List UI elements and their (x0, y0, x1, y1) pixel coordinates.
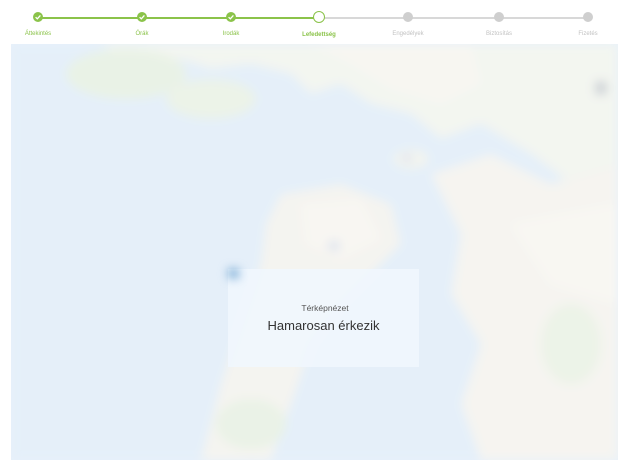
step-complete-icon (226, 12, 236, 22)
step-overview[interactable]: Áttekintés (8, 9, 68, 38)
step-label: Engedélyek (392, 31, 424, 37)
step-hours[interactable]: Órák (112, 9, 172, 38)
step-complete-icon (137, 12, 147, 22)
step-complete-icon (33, 12, 43, 22)
step-insurance[interactable]: Biztosítás (469, 9, 529, 38)
map-view[interactable]: Térképnézet Hamarosan érkezik (11, 44, 618, 460)
step-label: Órák (135, 31, 149, 37)
coming-soon-message: Hamarosan érkezik (267, 318, 380, 333)
step-label: Áttekintés (24, 31, 52, 37)
stepper-track-remaining (319, 17, 591, 19)
step-label: Fizetés (578, 31, 598, 37)
step-label: Lefedettség (302, 32, 336, 38)
map-veil (11, 44, 618, 460)
progress-stepper: Áttekintés Órák Irodák Lefedettség Enged… (0, 0, 618, 40)
map-view-title: Térképnézet (301, 303, 349, 313)
step-coverage[interactable]: Lefedettség (289, 9, 349, 39)
step-label: Irodák (222, 31, 240, 37)
step-pending-icon (494, 12, 504, 22)
step-pending-icon (583, 12, 593, 22)
step-pending-icon (403, 12, 413, 22)
map-view-heading: Térképnézet (228, 269, 419, 314)
step-offices[interactable]: Irodák (201, 9, 261, 38)
stepper-track-complete (38, 17, 319, 19)
step-label: Biztosítás (485, 31, 512, 37)
step-permits[interactable]: Engedélyek (378, 9, 438, 38)
coming-soon-panel: Térképnézet Hamarosan érkezik (228, 269, 419, 367)
step-current-icon (313, 11, 325, 23)
step-payment[interactable]: Fizetés (558, 9, 618, 38)
